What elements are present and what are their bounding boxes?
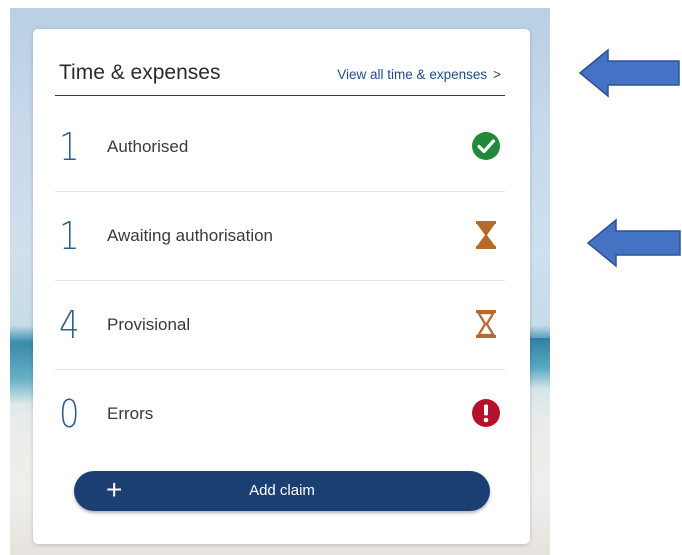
- status-label: Awaiting authorisation: [107, 226, 274, 245]
- time-expenses-card: Time & expenses View all time & expenses…: [33, 29, 530, 544]
- card-title: Time & expenses: [59, 61, 221, 84]
- annotation-arrow-left-icon: [586, 218, 681, 268]
- chevron-right-icon: >: [493, 67, 501, 82]
- status-count: 1: [59, 125, 80, 169]
- status-count: 1: [59, 214, 80, 258]
- status-row-authorised[interactable]: 1 Authorised: [55, 103, 505, 192]
- hourglass-outline-icon: [469, 307, 503, 341]
- annotation-arrow-left-icon: [578, 48, 680, 98]
- status-label: Errors: [107, 404, 154, 423]
- status-count: 4: [59, 303, 80, 347]
- card-header: Time & expenses View all time & expenses…: [55, 59, 505, 96]
- status-label: Authorised: [107, 137, 189, 156]
- status-label: Provisional: [107, 315, 191, 334]
- add-claim-label: Add claim: [249, 482, 315, 499]
- status-row-awaiting[interactable]: 1 Awaiting authorisation: [55, 192, 505, 281]
- view-all-label: View all time & expenses: [337, 67, 488, 82]
- status-row-provisional[interactable]: 4 Provisional: [55, 281, 505, 370]
- exclamation-circle-icon: [469, 396, 503, 430]
- check-circle-icon: [469, 129, 503, 163]
- hourglass-filled-icon: [469, 218, 503, 252]
- view-all-link[interactable]: View all time & expenses >: [337, 65, 501, 85]
- add-claim-button[interactable]: + Add claim: [74, 471, 490, 511]
- status-row-errors[interactable]: 0 Errors: [55, 370, 505, 458]
- status-count: 0: [59, 392, 80, 436]
